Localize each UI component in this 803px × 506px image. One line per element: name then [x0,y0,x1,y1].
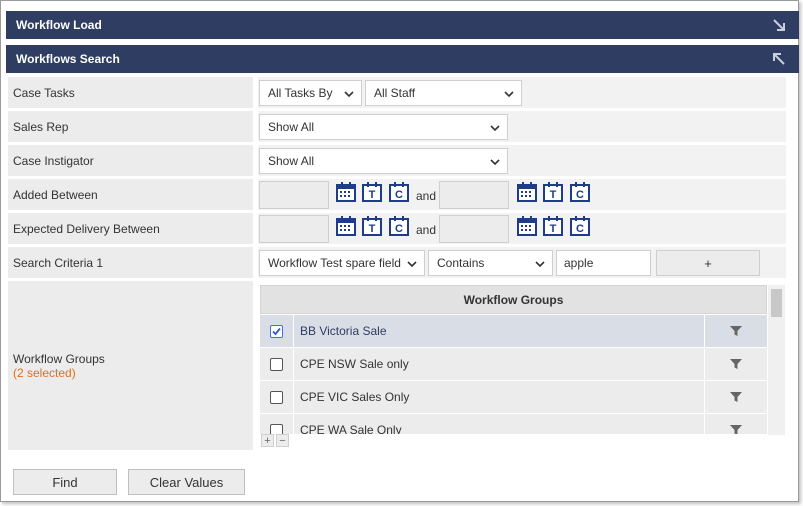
svg-text:T: T [550,189,557,201]
svg-text:C: C [576,223,584,235]
today-button[interactable]: T [362,216,382,236]
clear-date-button[interactable]: C [389,216,409,236]
and-label: and [416,189,437,203]
check-icon [272,327,281,335]
row-checkbox-cell [260,315,293,347]
workflow-groups-label: Workflow Groups [13,351,105,366]
calendar-icon[interactable] [336,182,356,202]
row-checkbox[interactable] [270,357,283,371]
table-row[interactable]: CPE WA Sale Only [260,414,767,434]
group-name: CPE WA Sale Only [294,414,704,434]
row-checkbox[interactable] [270,324,283,338]
group-name: CPE NSW Sale only [294,348,704,380]
chevron-down-icon [490,159,500,166]
filter-icon[interactable] [729,358,743,370]
chevron-down-icon [504,91,514,98]
svg-text:C: C [395,223,403,235]
find-button[interactable]: Find [13,469,117,495]
svg-text:T: T [369,223,376,235]
today-button[interactable]: T [543,182,563,202]
filter-icon[interactable] [729,325,743,337]
clear-date-button[interactable]: C [570,216,590,236]
svg-text:T: T [369,189,376,201]
search-criteria-label: Search Criteria 1 [8,247,253,278]
svg-text:C: C [576,189,584,201]
delivery-to-input[interactable] [439,215,509,243]
chevron-down-icon [535,261,545,268]
calendar-icon[interactable] [336,216,356,236]
calendar-icon[interactable] [517,182,537,202]
filter-cell [705,315,767,347]
calendar-icon[interactable] [517,216,537,236]
scrollbar-thumb[interactable] [771,289,782,317]
tasks-by-select[interactable]: All Tasks By [259,80,362,106]
case-instigator-label: Case Instigator [8,145,253,176]
add-criteria-button[interactable]: + [656,250,760,276]
workflow-groups-label-cell: Workflow Groups (2 selected) [8,281,253,450]
table-row[interactable]: BB Victoria Sale [260,315,767,347]
criteria-operator-select[interactable]: Contains [428,250,553,276]
svg-text:C: C [395,189,403,201]
clear-values-button[interactable]: Clear Values [128,469,245,495]
row-checkbox-cell [260,348,293,380]
row-checkbox-cell [260,381,293,413]
chevron-down-icon [490,125,500,132]
expected-delivery-label: Expected Delivery Between [8,213,253,244]
workflow-load-header[interactable]: Workflow Load [6,11,799,39]
collapse-all-button[interactable]: − [276,434,289,447]
filter-cell [705,381,767,413]
selected-count: (2 selected) [13,365,76,380]
staff-select[interactable]: All Staff [365,80,522,106]
added-to-input[interactable] [439,181,509,209]
group-name: BB Victoria Sale [294,315,704,347]
filter-cell [705,348,767,380]
collapse-arrow-icon[interactable] [771,51,787,67]
row-checkbox-cell [260,414,293,434]
row-checkbox[interactable] [270,423,283,434]
table-row[interactable]: CPE VIC Sales Only [260,381,767,413]
sales-rep-select[interactable]: Show All [259,114,508,140]
added-between-label: Added Between [8,179,253,210]
criteria-field-select[interactable]: Workflow Test spare field [259,250,425,276]
expand-arrow-icon[interactable] [771,17,787,33]
svg-text:T: T [550,223,557,235]
chevron-down-icon [344,91,354,98]
clear-date-button[interactable]: C [389,182,409,202]
filter-icon[interactable] [729,424,743,434]
chevron-down-icon [407,261,417,268]
and-label: and [416,223,437,237]
sales-rep-label: Sales Rep [8,111,253,142]
workflow-load-title: Workflow Load [16,18,102,32]
group-name: CPE VIC Sales Only [294,381,704,413]
row-checkbox[interactable] [270,390,283,404]
filter-cell [705,414,767,434]
workflows-search-header[interactable]: Workflows Search [6,45,799,73]
case-instigator-select[interactable]: Show All [259,148,508,174]
table-row[interactable]: CPE NSW Sale only [260,348,767,380]
delivery-from-input[interactable] [259,215,329,243]
groups-grid-header: Workflow Groups [260,285,767,314]
filter-icon[interactable] [729,391,743,403]
added-from-input[interactable] [259,181,329,209]
case-tasks-label: Case Tasks [8,77,253,108]
today-button[interactable]: T [543,216,563,236]
criteria-value-input[interactable]: apple [556,250,651,276]
workflows-search-title: Workflows Search [16,52,120,66]
today-button[interactable]: T [362,182,382,202]
clear-date-button[interactable]: C [570,182,590,202]
expand-all-button[interactable]: + [261,434,274,447]
